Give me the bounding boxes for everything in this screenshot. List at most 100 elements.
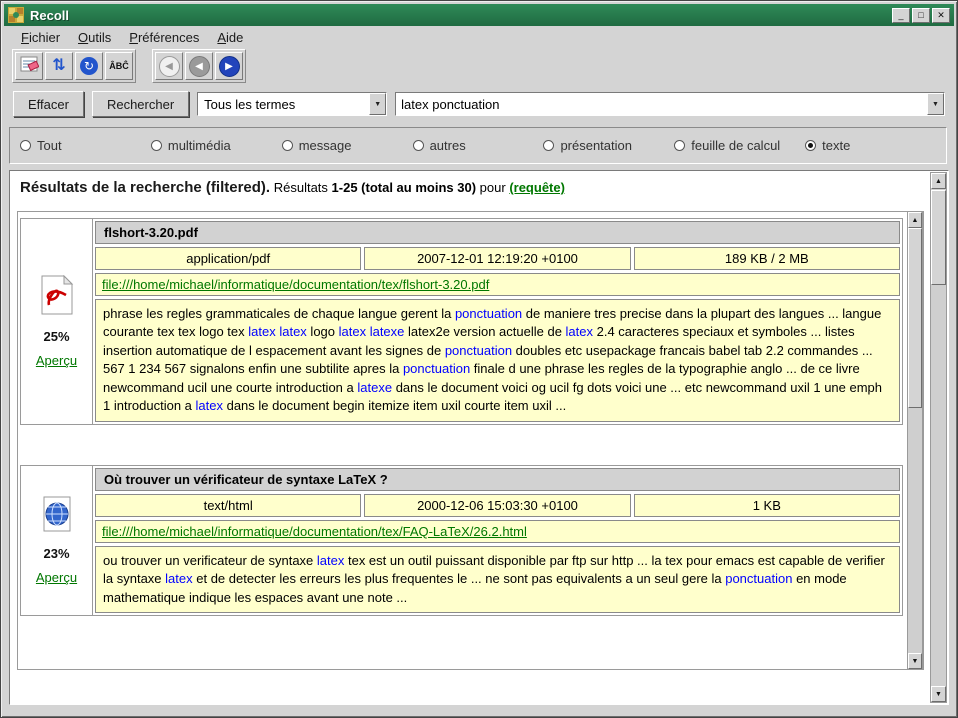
filter-bar: Tout multimédia message autresprésentationf… [9, 127, 947, 164]
result-mime-type: text/html [95, 494, 361, 517]
highlighted-term: ponctuation [445, 343, 512, 358]
sort-arrows-icon: ⇅ [52, 58, 65, 74]
menu-item-fichier[interactable]: Fichier [12, 28, 69, 47]
result-meta-row: text/html 2000-12-06 15:03:30 +0100 1 KB [95, 494, 900, 517]
filter-radio-tout[interactable]: Tout [20, 138, 151, 153]
maximize-icon[interactable]: □ [912, 8, 930, 23]
preview-link[interactable]: Aperçu [36, 353, 77, 368]
highlighted-term: latex [165, 571, 192, 586]
result-meta-row: application/pdf 2007-12-01 12:19:20 +010… [95, 247, 900, 270]
html-file-icon [41, 496, 73, 537]
search-mode-select[interactable]: Tous les termes ▼ [197, 92, 387, 116]
radio-label: Tout [37, 138, 62, 153]
scroll-down-icon[interactable]: ▼ [908, 653, 922, 669]
result-url-link[interactable]: file:///home/michael/informatique/docume… [102, 524, 527, 539]
menu-item-outils[interactable]: Outils [69, 28, 120, 47]
first-page-button[interactable]: ◀ [155, 52, 183, 80]
highlighted-term: latex latex [248, 324, 307, 339]
erase-search-button[interactable] [15, 52, 43, 80]
results-header: Résultats de la recherche (filtered). Ré… [20, 179, 908, 196]
filter-radio-multimedia[interactable]: multimédia [151, 138, 282, 153]
scroll-up-icon[interactable]: ▲ [908, 212, 922, 228]
scroll-up-icon[interactable]: ▲ [931, 173, 946, 189]
result-title: Où trouver un vérificateur de syntaxe La… [95, 468, 900, 491]
document-history-button[interactable]: ↻ [75, 52, 103, 80]
result-abstract: ou trouver un verificateur de syntaxe la… [95, 546, 900, 613]
filter-radio-message[interactable]: message [282, 138, 413, 153]
pdf-file-icon [40, 275, 74, 320]
search-mode-value: Tous les termes [198, 97, 369, 112]
first-page-icon: ◀ [159, 56, 180, 77]
result-url-row: file:///home/michael/informatique/docume… [95, 273, 900, 296]
term-explorer-button[interactable]: ÂBĈ [105, 52, 133, 80]
preview-link[interactable]: Aperçu [36, 570, 77, 585]
results-count-word: Résultats [274, 180, 328, 195]
toolbar: ⇅ ↻ ÂBĈ ◀ ◀ ▶ [4, 48, 954, 84]
filter-radio-texte[interactable]: texte [805, 138, 936, 153]
filter-radio-feuille-de-calcul[interactable]: feuille de calcul [674, 138, 805, 153]
menu-item-preferences[interactable]: Préférences [120, 28, 208, 47]
filter-radio-presentation[interactable]: présentation [543, 138, 674, 153]
menu-bar: FichierOutilsPréférencesAide [4, 26, 954, 48]
radio-label: message [299, 138, 352, 153]
chevron-down-icon[interactable]: ▼ [369, 93, 386, 115]
result-entry-left: 25% Aperçu [21, 219, 93, 424]
recoll-window: Recoll _ □ ✕ FichierOutilsPréférencesAid… [0, 0, 958, 718]
toolbar-group-main: ⇅ ↻ ÂBĈ [12, 49, 136, 83]
search-query-combo[interactable]: ▼ [395, 92, 945, 116]
results-title: Résultats de la recherche (filtered). [20, 179, 270, 196]
radio-label: multimédia [168, 138, 231, 153]
scroll-down-icon[interactable]: ▼ [931, 686, 946, 702]
result-size: 1 KB [634, 494, 900, 517]
results-list-scrollbar[interactable]: ▲ ▼ [907, 211, 923, 670]
highlighted-term: latexe [357, 380, 392, 395]
result-entry-left: 23% Aperçu [21, 466, 93, 615]
results-list: 25% Aperçu flshort-3.20.pdf application/… [17, 211, 924, 670]
highlighted-term: ponctuation [403, 361, 470, 376]
search-row: Effacer Rechercher Tous les termes ▼ ▼ [4, 89, 954, 119]
result-entry: 23% Aperçu Où trouver un vérificateur de… [20, 465, 903, 616]
relevance-percent: 25% [43, 329, 69, 344]
previous-page-icon: ◀ [189, 56, 210, 77]
radio-icon [805, 140, 816, 151]
term-explorer-icon: ÂBĈ [109, 61, 129, 71]
result-url-row: file:///home/michael/informatique/docume… [95, 520, 900, 543]
results-range: 1-25 (total au moins 30) [332, 180, 476, 195]
erase-search-icon [19, 54, 39, 79]
scrollbar-thumb[interactable] [908, 228, 922, 408]
recoll-app-icon [8, 7, 24, 23]
menu-item-aide[interactable]: Aide [208, 28, 252, 47]
scrollbar-thumb[interactable] [931, 190, 946, 285]
results-pour-word: pour [480, 180, 506, 195]
radio-label: texte [822, 138, 850, 153]
query-details-link[interactable]: (requête) [509, 180, 565, 195]
radio-icon [543, 140, 554, 151]
result-date: 2000-12-06 15:03:30 +0100 [364, 494, 630, 517]
previous-page-button[interactable]: ◀ [185, 52, 213, 80]
result-size: 189 KB / 2 MB [634, 247, 900, 270]
document-history-icon: ↻ [80, 57, 98, 75]
filter-radio-autres[interactable]: autres [413, 138, 544, 153]
relevance-percent: 23% [43, 546, 69, 561]
result-date: 2007-12-01 12:19:20 +0100 [364, 247, 630, 270]
minimize-icon[interactable]: _ [892, 8, 910, 23]
result-entry-right: flshort-3.20.pdf application/pdf 2007-12… [93, 219, 902, 424]
results-pane-scrollbar[interactable]: ▲ ▼ [930, 172, 947, 703]
highlighted-term: latex [196, 398, 223, 413]
radio-icon [413, 140, 424, 151]
search-button[interactable]: Rechercher [92, 91, 189, 117]
result-url-link[interactable]: file:///home/michael/informatique/docume… [102, 277, 489, 292]
next-page-button[interactable]: ▶ [215, 52, 243, 80]
sort-by-dates-button[interactable]: ⇅ [45, 52, 73, 80]
title-bar[interactable]: Recoll _ □ ✕ [4, 4, 954, 26]
next-page-icon: ▶ [219, 56, 240, 77]
highlighted-term: ponctuation [725, 571, 792, 586]
toolbar-group-nav: ◀ ◀ ▶ [152, 49, 246, 83]
clear-button[interactable]: Effacer [13, 91, 84, 117]
close-icon[interactable]: ✕ [932, 8, 950, 23]
radio-icon [20, 140, 31, 151]
highlighted-term: latex latexe [339, 324, 405, 339]
results-pane: Résultats de la recherche (filtered). Ré… [9, 170, 949, 705]
chevron-down-icon[interactable]: ▼ [927, 93, 944, 115]
search-input[interactable] [396, 94, 927, 114]
